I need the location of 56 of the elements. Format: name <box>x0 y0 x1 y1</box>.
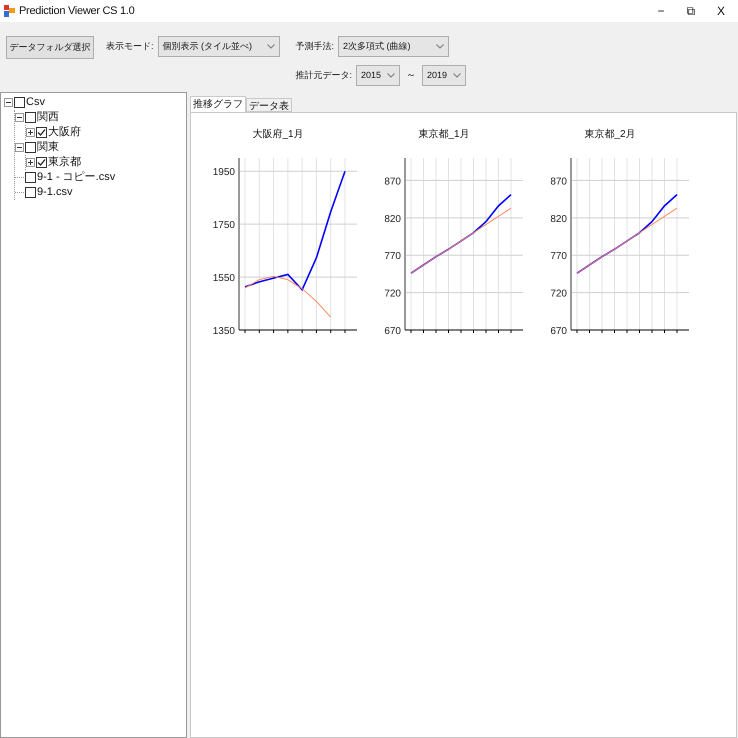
y-tick-label: 670 <box>384 326 401 337</box>
y-tick-label: 1750 <box>212 220 235 232</box>
y-tick-label: 870 <box>550 176 567 188</box>
end-year-dropdown[interactable]: 2019 <box>422 65 466 86</box>
tree-item[interactable]: 関西 <box>37 112 59 123</box>
tab[interactable]: 推移グラフ <box>190 96 246 112</box>
checkbox[interactable] <box>25 187 36 198</box>
y-tick-label: 1350 <box>212 326 235 337</box>
y-tick-label: 820 <box>384 214 401 225</box>
window-control[interactable]: X <box>708 2 734 20</box>
tree-item[interactable]: 9-1 - コピー.csv <box>37 172 116 183</box>
folder-select-button[interactable]: データフォルダ選択 <box>6 36 94 59</box>
tree-item[interactable]: 関東 <box>37 142 59 153</box>
checkbox[interactable] <box>25 142 36 153</box>
tree-item[interactable]: 9-1.csv <box>37 187 72 198</box>
y-tick-label: 1950 <box>212 167 235 178</box>
window-control[interactable]: ⧉ <box>678 2 704 20</box>
y-tick-label: 770 <box>384 251 401 262</box>
y-tick-label: 720 <box>384 288 401 300</box>
y-tick-label: 720 <box>550 288 567 300</box>
collapse-toggle-icon[interactable] <box>15 143 24 152</box>
chevron-down-icon <box>436 44 444 49</box>
tab[interactable]: データ表 <box>246 98 292 112</box>
collapse-toggle-icon[interactable] <box>4 98 13 107</box>
chevron-down-icon <box>387 73 396 78</box>
source-data-label: 推計元データ: <box>296 68 352 82</box>
chart-title: 東京都_2月 <box>584 128 636 142</box>
checkbox[interactable] <box>25 172 36 183</box>
method-label: 予測手法: <box>296 40 334 53</box>
chevron-down-icon <box>453 73 462 78</box>
app-icon <box>4 5 15 17</box>
chart-title: 大阪府_1月 <box>252 128 304 142</box>
expand-toggle-icon[interactable] <box>26 128 35 137</box>
start-year-dropdown[interactable]: 2015 <box>356 65 400 86</box>
checkbox[interactable] <box>36 127 47 138</box>
chevron-down-icon <box>266 44 275 49</box>
y-tick-label: 670 <box>550 326 567 337</box>
expand-toggle-icon[interactable] <box>26 158 35 167</box>
checkbox[interactable] <box>25 112 36 123</box>
collapse-toggle-icon[interactable] <box>15 113 24 122</box>
y-tick-label: 870 <box>384 176 401 188</box>
range-separator: ～ <box>405 69 418 83</box>
chart-title: 東京都_1月 <box>418 128 470 142</box>
window-title: Prediction Viewer CS 1.0 <box>19 4 134 19</box>
tree-item[interactable]: 大阪府 <box>48 127 81 138</box>
y-tick-label: 770 <box>550 251 567 262</box>
tree-item[interactable]: 東京都 <box>48 157 81 168</box>
method-dropdown[interactable]: 2次多項式 (曲線) <box>338 36 450 57</box>
display-mode-label: 表示モード: <box>106 40 154 53</box>
checkbox[interactable] <box>36 157 47 168</box>
tree-item[interactable]: Csv <box>26 97 45 108</box>
checkbox[interactable] <box>14 97 25 108</box>
window-control[interactable]: − <box>648 2 674 20</box>
display-mode-dropdown[interactable]: 個別表示 (タイル並べ) <box>158 36 280 57</box>
y-tick-label: 820 <box>550 214 567 225</box>
y-tick-label: 1550 <box>212 273 235 284</box>
